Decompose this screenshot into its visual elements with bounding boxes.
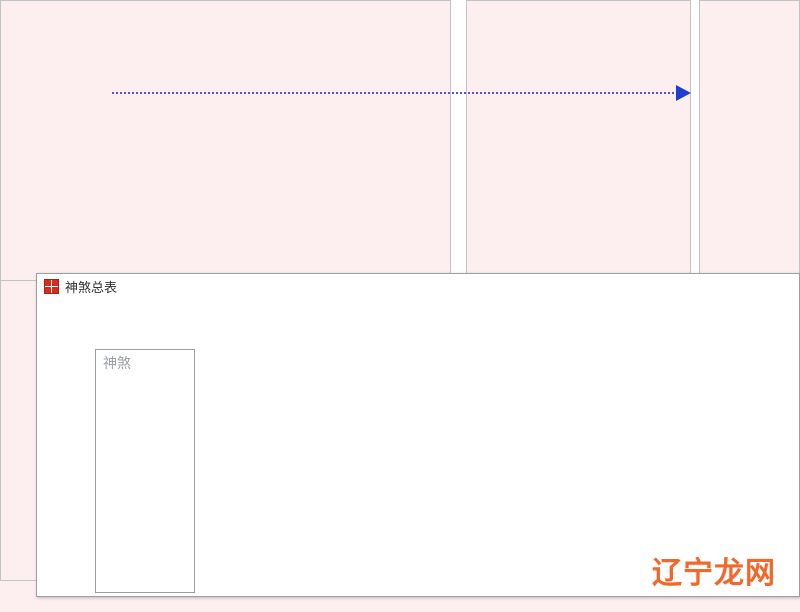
pillar-group-natal xyxy=(0,0,451,281)
shensha-label: 神煞 xyxy=(103,356,131,372)
dialog-titlebar[interactable]: 神煞总表 xyxy=(37,274,799,299)
bazi-app-icon xyxy=(44,279,59,294)
dialog-title: 神煞总表 xyxy=(65,281,118,296)
pillar-group-year xyxy=(699,0,800,281)
shensha-meta-column: 神煞 xyxy=(95,349,195,593)
pillar-group-luck xyxy=(466,0,691,281)
shensha-summary-dialog[interactable]: 神煞总表 神煞 xyxy=(36,273,800,597)
shensha-table: 神煞 xyxy=(37,299,799,596)
